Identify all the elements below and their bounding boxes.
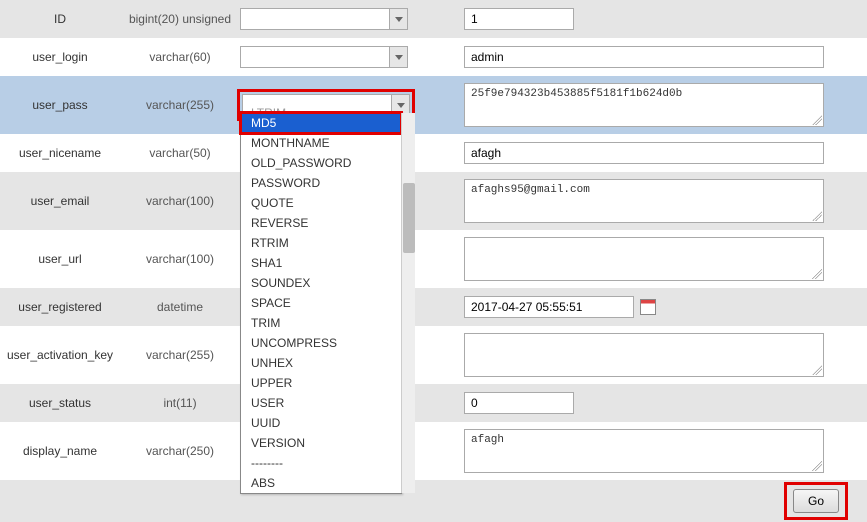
dropdown-option[interactable]: REVERSE bbox=[241, 213, 401, 233]
value-textarea[interactable]: afagh bbox=[464, 429, 824, 473]
dropdown-scrollbar[interactable] bbox=[401, 113, 415, 493]
field-row-user_registered: user_registereddatetime bbox=[0, 288, 867, 326]
dropdown-option[interactable]: UPPER bbox=[241, 373, 401, 393]
dropdown-option[interactable]: UNCOMPRESS bbox=[241, 333, 401, 353]
go-button[interactable]: Go bbox=[793, 489, 839, 513]
column-name-label: user_url bbox=[0, 252, 120, 266]
dropdown-option[interactable]: ABS bbox=[241, 473, 401, 493]
column-name-label: user_login bbox=[0, 50, 120, 64]
column-type-label: varchar(100) bbox=[120, 194, 240, 208]
column-name-label: ID bbox=[0, 12, 120, 26]
chevron-down-icon[interactable] bbox=[389, 47, 407, 67]
value-input[interactable] bbox=[464, 8, 574, 30]
value-textarea[interactable] bbox=[464, 333, 824, 377]
value-input[interactable] bbox=[464, 392, 574, 414]
column-type-label: varchar(255) bbox=[120, 98, 240, 112]
dropdown-scroll-thumb[interactable] bbox=[403, 183, 415, 253]
dropdown-option[interactable]: SPACE bbox=[241, 293, 401, 313]
value-cell: afaghs95@gmail.com bbox=[456, 173, 867, 229]
dropdown-option[interactable]: MONTHNAME bbox=[241, 133, 401, 153]
column-name-label: user_email bbox=[0, 194, 120, 208]
field-row-user_login: user_loginvarchar(60) bbox=[0, 38, 867, 76]
field-row-user_activation_key: user_activation_keyvarchar(255) bbox=[0, 326, 867, 384]
calendar-icon[interactable] bbox=[640, 299, 656, 315]
field-row-user_status: user_statusint(11) bbox=[0, 384, 867, 422]
value-cell bbox=[456, 327, 867, 383]
value-cell bbox=[456, 40, 867, 74]
column-name-label: user_pass bbox=[0, 98, 120, 112]
resize-handle-icon[interactable] bbox=[812, 365, 822, 375]
column-name-label: user_nicename bbox=[0, 146, 120, 160]
value-cell bbox=[456, 231, 867, 287]
resize-handle-icon[interactable] bbox=[812, 269, 822, 279]
dropdown-option[interactable]: VERSION bbox=[241, 433, 401, 453]
dropdown-option[interactable]: UUID bbox=[241, 413, 401, 433]
field-row-user_pass: user_passvarchar(255) 25f9e794323b453885f… bbox=[0, 76, 867, 134]
resize-handle-icon[interactable] bbox=[812, 211, 822, 221]
value-cell bbox=[456, 290, 867, 324]
value-textarea[interactable]: 25f9e794323b453885f5181f1b624d0b bbox=[464, 83, 824, 127]
column-type-label: int(11) bbox=[120, 396, 240, 410]
field-row-user_email: user_emailvarchar(100) afaghs95@gmail.com bbox=[0, 172, 867, 230]
function-select[interactable] bbox=[240, 46, 408, 68]
chevron-down-icon[interactable] bbox=[389, 9, 407, 29]
field-row-user_nicename: user_nicenamevarchar(50) bbox=[0, 134, 867, 172]
function-select[interactable] bbox=[240, 8, 408, 30]
function-dropdown-list[interactable]: LTRIMMD5MONTHNAMEOLD_PASSWORDPASSWORDQUO… bbox=[240, 112, 402, 494]
dropdown-option[interactable]: QUOTE bbox=[241, 193, 401, 213]
dropdown-option[interactable]: USER bbox=[241, 393, 401, 413]
function-cell bbox=[240, 40, 420, 74]
value-cell: afagh bbox=[456, 423, 867, 479]
dropdown-option[interactable]: MD5 bbox=[241, 113, 401, 133]
column-type-label: varchar(100) bbox=[120, 252, 240, 266]
resize-handle-icon[interactable] bbox=[812, 115, 822, 125]
dropdown-option[interactable]: -------- bbox=[241, 453, 401, 473]
column-name-label: display_name bbox=[0, 444, 120, 458]
column-name-label: user_activation_key bbox=[0, 348, 120, 362]
dropdown-option[interactable]: TRIM bbox=[241, 313, 401, 333]
value-cell bbox=[456, 2, 867, 36]
dropdown-option[interactable]: SHA1 bbox=[241, 253, 401, 273]
function-cell bbox=[240, 2, 420, 36]
value-input[interactable] bbox=[464, 46, 824, 68]
field-row-user_url: user_urlvarchar(100) bbox=[0, 230, 867, 288]
value-input[interactable] bbox=[464, 142, 824, 164]
dropdown-option[interactable]: PASSWORD bbox=[241, 173, 401, 193]
value-textarea[interactable] bbox=[464, 237, 824, 281]
column-name-label: user_registered bbox=[0, 300, 120, 314]
value-cell bbox=[456, 136, 867, 170]
column-type-label: varchar(50) bbox=[120, 146, 240, 160]
footer-bar: Go bbox=[0, 480, 867, 522]
field-row-display_name: display_namevarchar(250) afagh bbox=[0, 422, 867, 480]
column-type-label: varchar(250) bbox=[120, 444, 240, 458]
dropdown-option[interactable]: UNHEX bbox=[241, 353, 401, 373]
resize-handle-icon[interactable] bbox=[812, 461, 822, 471]
column-type-label: bigint(20) unsigned bbox=[120, 12, 240, 26]
dropdown-option[interactable]: OLD_PASSWORD bbox=[241, 153, 401, 173]
column-type-label: datetime bbox=[120, 300, 240, 314]
column-type-label: varchar(60) bbox=[120, 50, 240, 64]
value-textarea[interactable]: afaghs95@gmail.com bbox=[464, 179, 824, 223]
column-type-label: varchar(255) bbox=[120, 348, 240, 362]
value-input[interactable] bbox=[464, 296, 634, 318]
dropdown-option[interactable]: SOUNDEX bbox=[241, 273, 401, 293]
field-row-ID: IDbigint(20) unsigned bbox=[0, 0, 867, 38]
dropdown-option[interactable]: LTRIM bbox=[241, 103, 401, 113]
value-cell bbox=[456, 386, 867, 420]
column-name-label: user_status bbox=[0, 396, 120, 410]
value-cell: 25f9e794323b453885f5181f1b624d0b bbox=[456, 77, 867, 133]
dropdown-option[interactable]: RTRIM bbox=[241, 233, 401, 253]
